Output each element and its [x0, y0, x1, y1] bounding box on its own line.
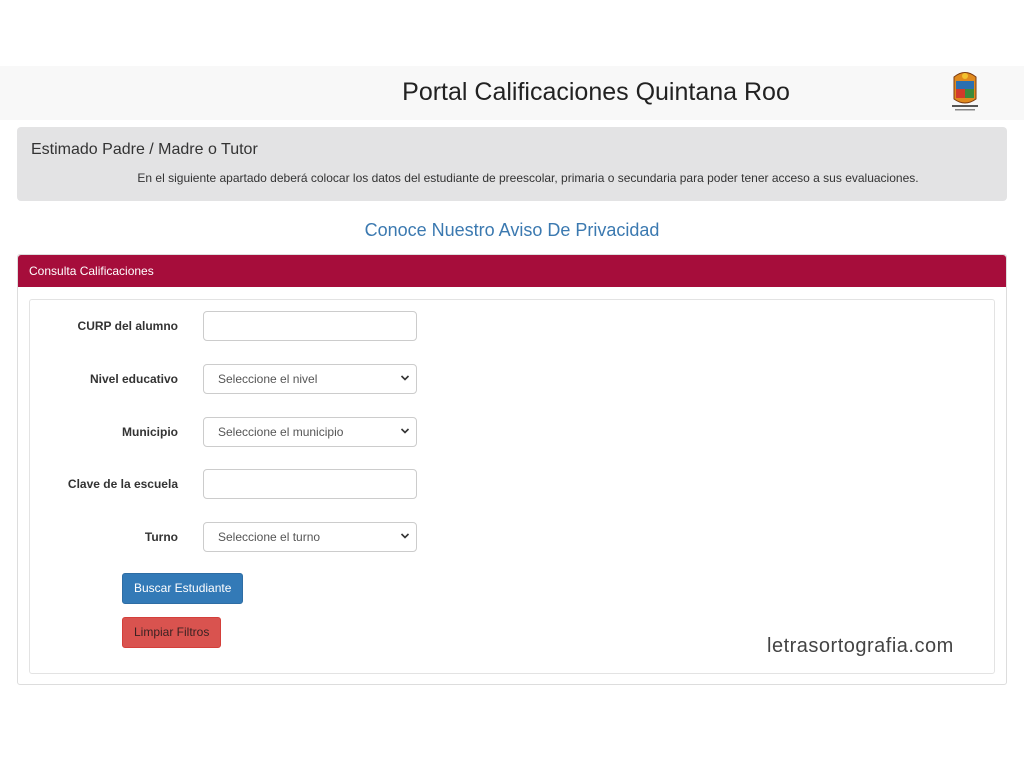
- shift-select[interactable]: Seleccione el turno: [203, 522, 417, 552]
- municipality-label: Municipio: [122, 425, 178, 439]
- grades-query-panel: Consulta Calificaciones CURP del alumno …: [17, 254, 1007, 685]
- curp-label: CURP del alumno: [77, 319, 178, 333]
- level-select[interactable]: Seleccione el nivel: [203, 364, 417, 394]
- privacy-notice-link[interactable]: Conoce Nuestro Aviso De Privacidad: [0, 220, 1024, 241]
- curp-input[interactable]: [203, 311, 417, 341]
- shift-label: Turno: [144, 530, 178, 544]
- notice-title: Estimado Padre / Madre o Tutor: [31, 141, 258, 158]
- form-body: CURP del alumno Nivel educativo Seleccio…: [29, 299, 995, 674]
- school-key-label: Clave de la escuela: [67, 477, 178, 491]
- notice-box: Estimado Padre / Madre o Tutor En el sig…: [17, 127, 1007, 201]
- watermark-text: letrasortografia.com: [767, 635, 954, 657]
- clear-filters-button[interactable]: Limpiar Filtros: [122, 617, 222, 648]
- municipality-select[interactable]: Seleccione el municipio: [203, 417, 417, 447]
- chevron-down-icon: [400, 533, 410, 539]
- level-select-value: Seleccione el nivel: [218, 372, 318, 386]
- quintana-roo-crest-logo: [952, 72, 978, 111]
- search-student-button[interactable]: Buscar Estudiante: [122, 573, 244, 604]
- chevron-down-icon: [400, 375, 410, 381]
- chevron-down-icon: [400, 428, 410, 434]
- page-title: Portal Calificaciones Quintana Roo: [402, 78, 790, 106]
- level-label: Nivel educativo: [89, 372, 178, 386]
- panel-heading: Consulta Calificaciones: [18, 255, 1006, 287]
- shift-select-value: Seleccione el turno: [218, 530, 321, 544]
- municipality-select-value: Seleccione el municipio: [218, 425, 344, 439]
- school-key-input[interactable]: [203, 469, 417, 499]
- notice-text: En el siguiente apartado deberá colocar …: [137, 171, 919, 185]
